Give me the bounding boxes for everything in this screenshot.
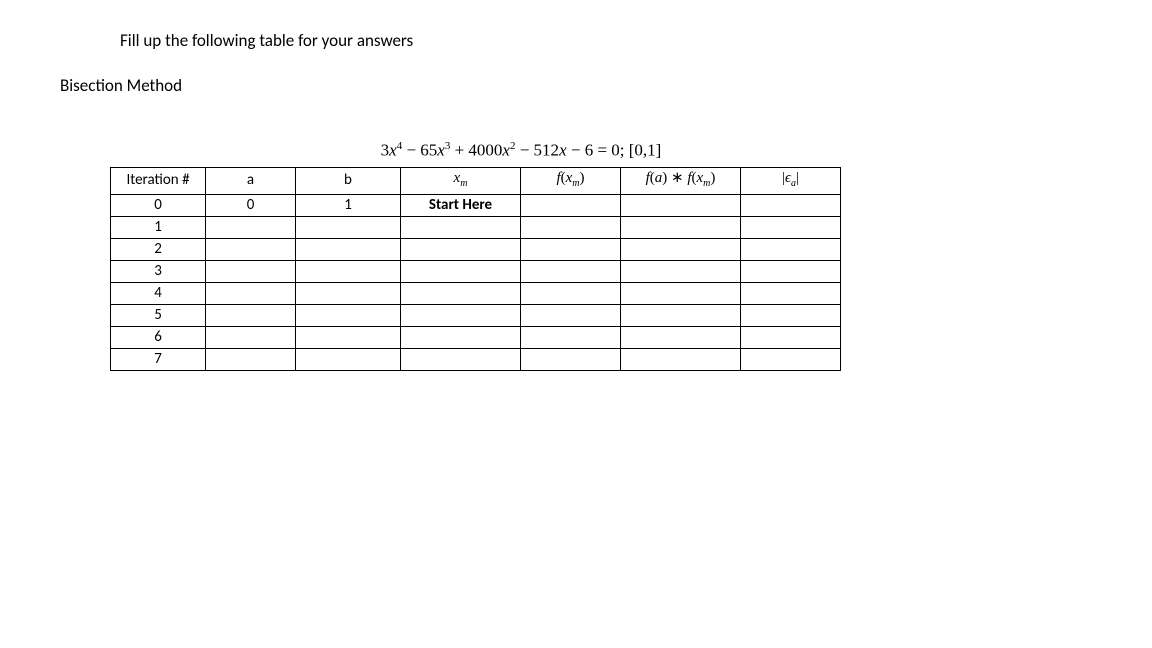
method-title: Bisection Method <box>60 75 1092 96</box>
cell-xm <box>401 216 521 238</box>
cell-xm: Start Here <box>401 194 521 216</box>
cell-fafxm <box>621 216 741 238</box>
cell-xm <box>401 304 521 326</box>
instruction-text: Fill up the following table for your ans… <box>120 30 1092 51</box>
col-fxm: f(xm) <box>521 167 621 194</box>
cell-a <box>206 326 296 348</box>
fafxm-ast: ∗ <box>667 170 687 186</box>
cell-iteration: 3 <box>111 260 206 282</box>
cell-fxm <box>521 282 621 304</box>
cell-ea <box>741 304 841 326</box>
table-row: 5 <box>111 304 841 326</box>
cell-b <box>296 282 401 304</box>
cell-a: 0 <box>206 194 296 216</box>
eq-x1: x <box>559 141 567 160</box>
eq-coef1: 3 <box>381 141 390 160</box>
cell-b <box>296 304 401 326</box>
col-ea: |ϵa| <box>741 167 841 194</box>
cell-ea <box>741 216 841 238</box>
cell-a <box>206 304 296 326</box>
cell-xm <box>401 238 521 260</box>
cell-ea <box>741 194 841 216</box>
xm-sub: m <box>460 178 467 189</box>
cell-b <box>296 216 401 238</box>
cell-ea <box>741 238 841 260</box>
header-row: Iteration # a b xm f(xm) f(a) ∗ f(xm) |ϵ… <box>111 167 841 194</box>
cell-fxm <box>521 348 621 370</box>
cell-iteration: 0 <box>111 194 206 216</box>
fxm-close: ) <box>580 170 585 186</box>
cell-b <box>296 348 401 370</box>
ea-bar2: | <box>796 170 799 186</box>
cell-fxm <box>521 238 621 260</box>
cell-xm <box>401 348 521 370</box>
bisection-table: Iteration # a b xm f(xm) f(a) ∗ f(xm) |ϵ… <box>110 167 841 371</box>
table-row: 2 <box>111 238 841 260</box>
cell-fxm <box>521 326 621 348</box>
cell-iteration: 5 <box>111 304 206 326</box>
cell-iteration: 4 <box>111 282 206 304</box>
fafxm-c2: ) <box>710 170 715 186</box>
page-container: Fill up the following table for your ans… <box>0 0 1152 401</box>
cell-fxm <box>521 216 621 238</box>
cell-iteration: 7 <box>111 348 206 370</box>
cell-fafxm <box>621 348 741 370</box>
table-row: 001Start Here <box>111 194 841 216</box>
cell-ea <box>741 282 841 304</box>
cell-fafxm <box>621 238 741 260</box>
table-body: 001Start Here1234567 <box>111 194 841 370</box>
cell-a <box>206 260 296 282</box>
cell-fafxm <box>621 282 741 304</box>
cell-fafxm <box>621 326 741 348</box>
table-row: 7 <box>111 348 841 370</box>
eq-x3: x <box>437 141 445 160</box>
cell-xm <box>401 282 521 304</box>
fxm-sub: m <box>572 178 579 189</box>
cell-xm <box>401 326 521 348</box>
cell-ea <box>741 260 841 282</box>
cell-fxm <box>521 304 621 326</box>
eq-m3: − 6 = 0; [0,1] <box>567 141 662 160</box>
eq-m2: − 512 <box>515 141 559 160</box>
cell-b <box>296 260 401 282</box>
col-a: a <box>206 167 296 194</box>
cell-xm <box>401 260 521 282</box>
table-row: 4 <box>111 282 841 304</box>
col-iteration: Iteration # <box>111 167 206 194</box>
cell-iteration: 2 <box>111 238 206 260</box>
eq-m1: − 65 <box>402 141 437 160</box>
cell-b: 1 <box>296 194 401 216</box>
cell-fafxm <box>621 304 741 326</box>
cell-iteration: 6 <box>111 326 206 348</box>
cell-a <box>206 238 296 260</box>
cell-a <box>206 216 296 238</box>
table-row: 6 <box>111 326 841 348</box>
cell-a <box>206 282 296 304</box>
cell-fafxm <box>621 194 741 216</box>
table-wrapper: Iteration # a b xm f(xm) f(a) ∗ f(xm) |ϵ… <box>110 167 1092 371</box>
cell-fxm <box>521 260 621 282</box>
table-row: 3 <box>111 260 841 282</box>
eq-x2: x <box>502 141 510 160</box>
table-row: 1 <box>111 216 841 238</box>
equation: 3x4 − 65x3 + 4000x2 − 512x − 6 = 0; [0,1… <box>0 140 1092 161</box>
table-header: Iteration # a b xm f(xm) f(a) ∗ f(xm) |ϵ… <box>111 167 841 194</box>
col-fafxm: f(a) ∗ f(xm) <box>621 167 741 194</box>
eq-x4: x <box>389 141 397 160</box>
cell-fxm <box>521 194 621 216</box>
cell-b <box>296 326 401 348</box>
cell-a <box>206 348 296 370</box>
eq-p1: + 4000 <box>450 141 502 160</box>
cell-b <box>296 238 401 260</box>
cell-fafxm <box>621 260 741 282</box>
col-xm: xm <box>401 167 521 194</box>
cell-iteration: 1 <box>111 216 206 238</box>
cell-ea <box>741 348 841 370</box>
col-b: b <box>296 167 401 194</box>
cell-ea <box>741 326 841 348</box>
